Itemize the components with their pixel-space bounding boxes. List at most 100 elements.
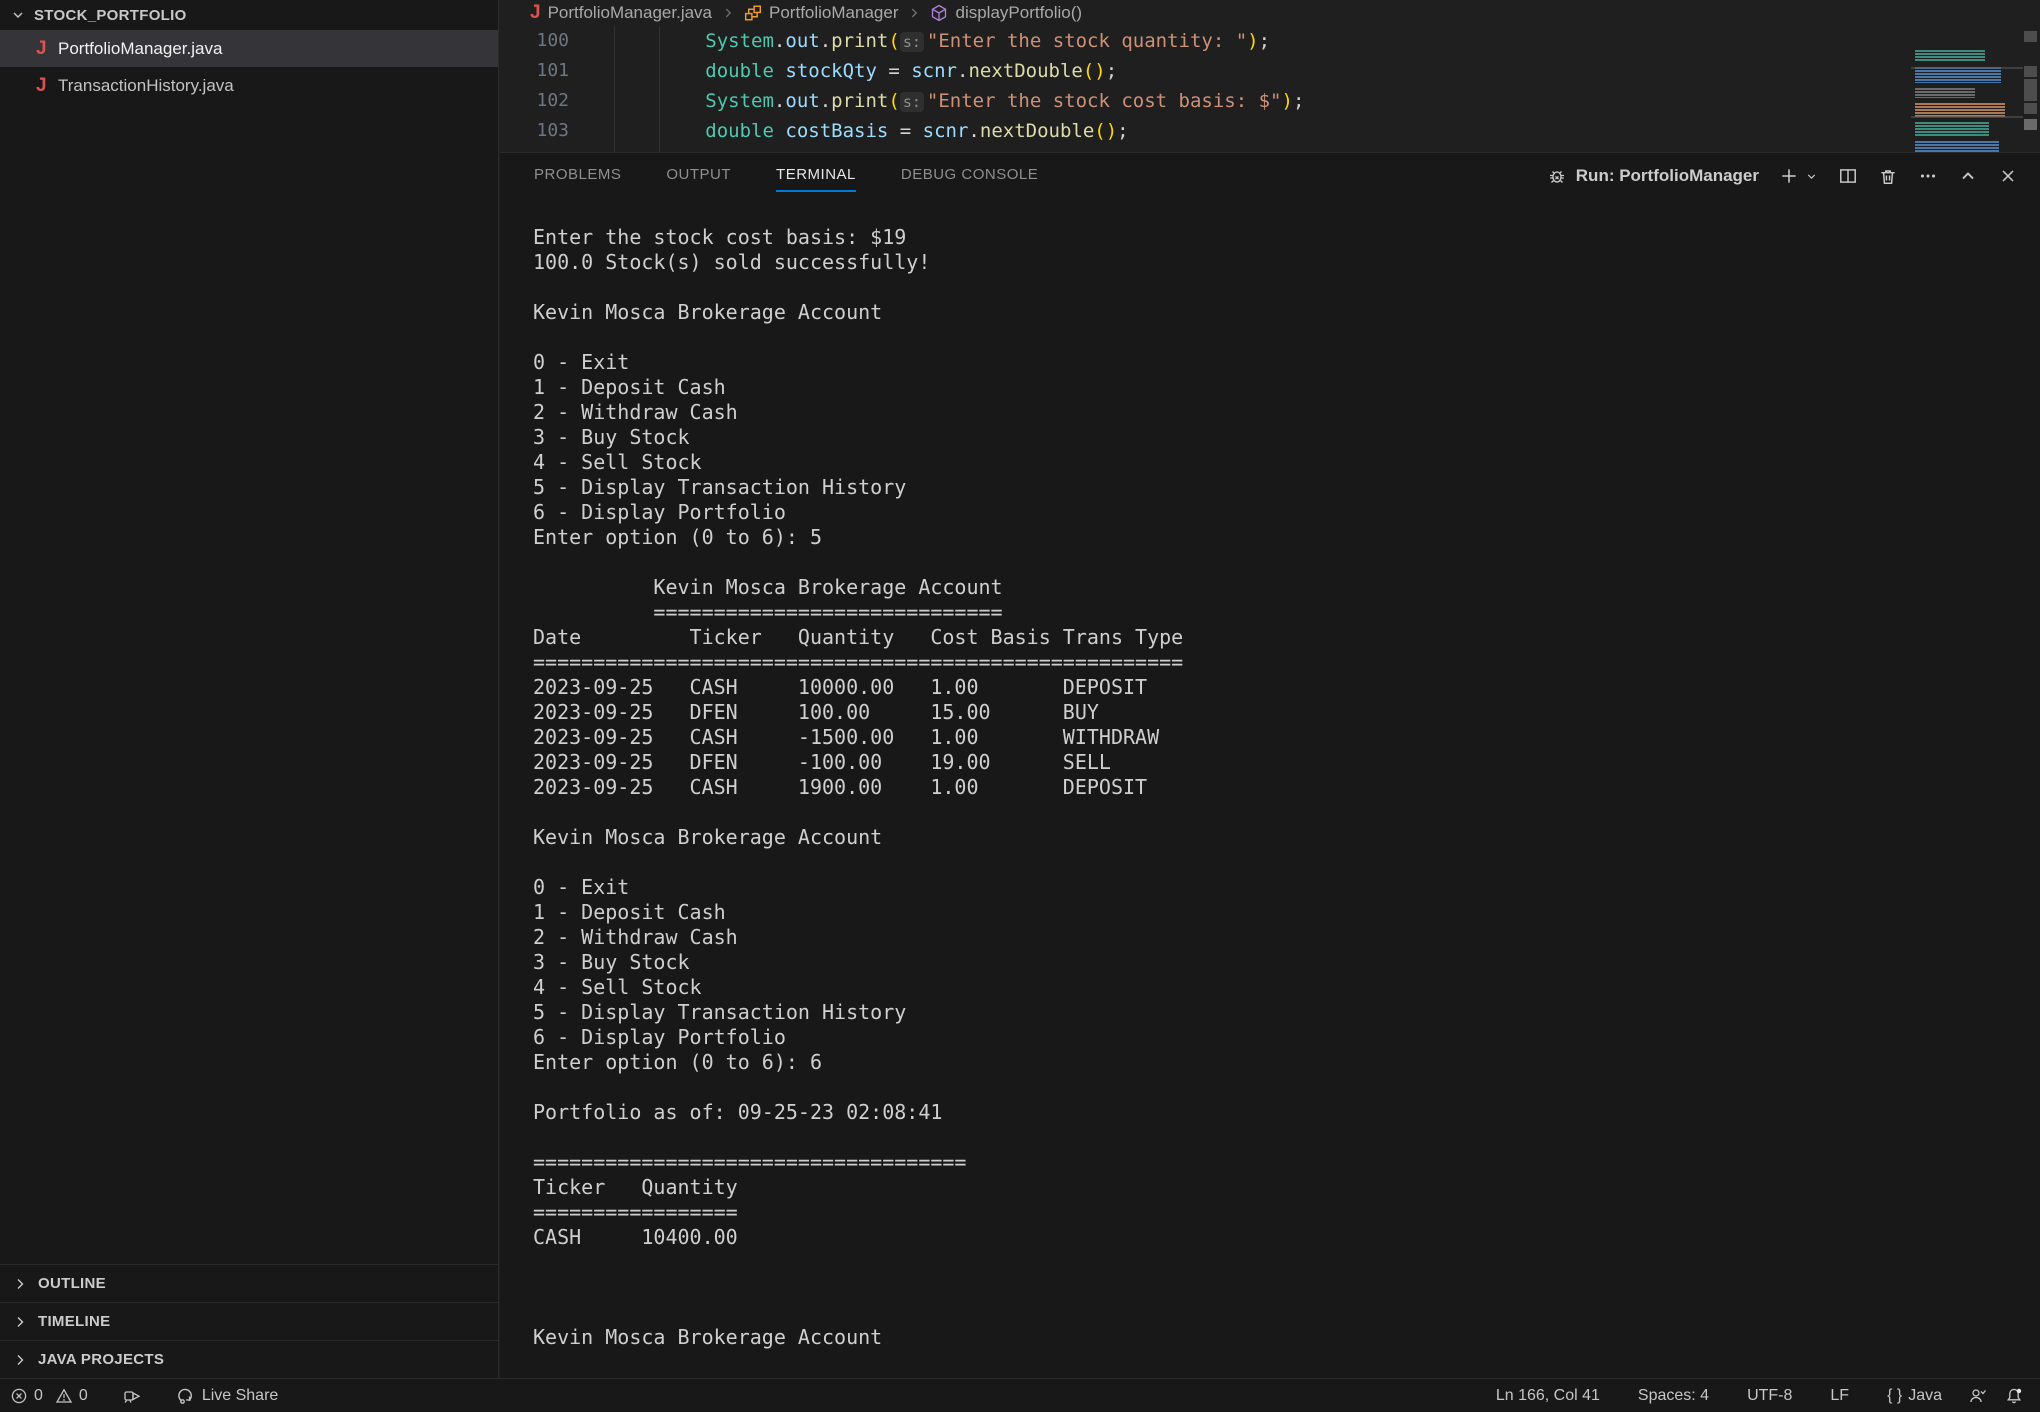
line-number[interactable]: 100 — [500, 26, 569, 56]
braces-icon: { } — [1887, 1387, 1902, 1405]
live-share-label: Live Share — [202, 1387, 279, 1405]
section-java-projects[interactable]: JAVA PROJECTS — [0, 1340, 498, 1378]
code-line-103[interactable]: double costBasis = scnr.nextDouble(); — [568, 116, 1910, 146]
problems-status[interactable]: 0 0 — [4, 1379, 94, 1412]
minimap-separator — [1911, 116, 2023, 118]
status-bar-right: Ln 166, Col 41 Spaces: 4 UTF-8 LF { } Ja… — [1488, 1379, 2040, 1412]
java-file-icon: J — [36, 75, 58, 97]
inlay-parameter-hint: s: — [900, 32, 924, 52]
section-outline[interactable]: OUTLINE — [0, 1264, 498, 1302]
tab-output[interactable]: OUTPUT — [666, 160, 731, 192]
error-count: 0 — [34, 1387, 43, 1405]
warning-count: 0 — [79, 1387, 88, 1405]
live-share-status[interactable]: Live Share — [170, 1379, 285, 1412]
code-editor: J PortfolioManager.java PortfolioManager — [500, 0, 2040, 152]
code-token — [568, 30, 705, 52]
code-line-101[interactable]: double stockQty = scnr.nextDouble(); — [568, 56, 1910, 86]
panel-header: PROBLEMS OUTPUT TERMINAL DEBUG CONSOLE — [500, 153, 2040, 199]
code-token: stockQty — [785, 60, 877, 82]
accounts-button[interactable] — [1960, 1379, 1996, 1412]
maximize-panel-button[interactable] — [1958, 166, 1978, 186]
breadcrumb-class-label: PortfolioManager — [769, 3, 898, 23]
code-token: ; — [1106, 60, 1117, 82]
java-file-icon: J — [36, 38, 58, 60]
line-number[interactable]: 101 — [500, 56, 569, 86]
language-label: Java — [1908, 1387, 1942, 1405]
breadcrumb-method[interactable]: displayPortfolio() — [930, 3, 1082, 23]
panel-actions: Run: PortfolioManager — [1547, 166, 2018, 186]
chevron-right-icon — [12, 1314, 28, 1330]
code-line-102[interactable]: System.out.print(s:"Enter the stock cost… — [568, 86, 1910, 116]
split-terminal-button[interactable] — [1838, 166, 1858, 186]
code-token: "Enter the stock quantity: " — [927, 30, 1247, 52]
kill-terminal-button[interactable] — [1878, 166, 1898, 186]
cursor-position-status[interactable]: Ln 166, Col 41 — [1488, 1379, 1608, 1412]
language-mode-status[interactable]: { } Java — [1879, 1379, 1950, 1412]
method-cube-icon — [930, 4, 948, 22]
code-token: nextDouble — [968, 60, 1082, 82]
sidebar-item-transactionhistory[interactable]: J TransactionHistory.java — [0, 67, 498, 104]
close-panel-button[interactable] — [1998, 166, 2018, 186]
code-token — [568, 90, 705, 112]
live-share-icon — [176, 1386, 196, 1406]
section-timeline[interactable]: TIMELINE — [0, 1302, 498, 1340]
explorer-root-folder[interactable]: STOCK_PORTFOLIO — [0, 0, 498, 30]
code-token: scnr — [923, 120, 969, 142]
more-actions-button[interactable] — [1918, 166, 1938, 186]
chevron-right-icon — [721, 6, 735, 20]
file-name: TransactionHistory.java — [58, 76, 234, 96]
code-token: ) — [1106, 120, 1117, 142]
new-terminal-button[interactable] — [1779, 166, 1818, 186]
code-token: . — [957, 60, 968, 82]
code-token: out — [785, 30, 819, 52]
warning-icon — [55, 1387, 73, 1405]
code-token: print — [831, 30, 888, 52]
indentation-status[interactable]: Spaces: 4 — [1630, 1379, 1717, 1412]
code-line-100[interactable]: System.out.print(s:"Enter the stock quan… — [568, 26, 1910, 56]
minimap-separator — [1911, 67, 2023, 69]
breadcrumb-file-label: PortfolioManager.java — [548, 3, 712, 23]
code-token: ) — [1094, 60, 1105, 82]
section-label: TIMELINE — [38, 1313, 110, 1330]
error-icon — [10, 1387, 28, 1405]
breadcrumb-class[interactable]: PortfolioManager — [744, 3, 898, 23]
code-token: . — [820, 90, 831, 112]
terminal-process-selector[interactable]: Run: PortfolioManager — [1547, 166, 1759, 186]
line-number[interactable]: 102 — [500, 86, 569, 116]
chevron-right-icon — [12, 1276, 28, 1292]
code-token: ; — [1117, 120, 1128, 142]
terminal-output[interactable]: Enter the stock cost basis: $19 100.0 St… — [533, 225, 2040, 1350]
chevron-right-icon — [907, 6, 921, 20]
tab-terminal[interactable]: TERMINAL — [776, 160, 856, 192]
scrollbar-decorations — [2024, 0, 2038, 152]
run-debug-status[interactable] — [116, 1379, 148, 1412]
code-token: . — [774, 90, 785, 112]
code-token: scnr — [911, 60, 957, 82]
tab-problems[interactable]: PROBLEMS — [534, 160, 621, 192]
run-process-label: Run: PortfolioManager — [1576, 166, 1759, 186]
code-token: ( — [1083, 60, 1094, 82]
code-token: System — [705, 30, 774, 52]
code-token: = — [888, 120, 922, 142]
class-icon — [744, 4, 762, 22]
vscode-window: STOCK_PORTFOLIO J PortfolioManager.java … — [0, 0, 2040, 1412]
eol-status[interactable]: LF — [1822, 1379, 1857, 1412]
code-token — [568, 120, 705, 142]
code-token — [774, 120, 785, 142]
notifications-button[interactable] — [1996, 1379, 2032, 1412]
encoding-status[interactable]: UTF-8 — [1739, 1379, 1800, 1412]
root-folder-label: STOCK_PORTFOLIO — [34, 7, 187, 24]
code-token: ; — [1259, 30, 1270, 52]
chevron-down-icon — [10, 7, 26, 23]
code-token: . — [774, 30, 785, 52]
breadcrumb-file[interactable]: J PortfolioManager.java — [530, 2, 712, 24]
line-number-gutter: 100 101 102 103 — [500, 26, 569, 146]
breadcrumb: J PortfolioManager.java PortfolioManager — [500, 0, 2040, 26]
sidebar-item-portfoliomanager[interactable]: J PortfolioManager.java — [0, 30, 498, 67]
run-debug-icon — [122, 1386, 142, 1406]
tab-debug-console[interactable]: DEBUG CONSOLE — [901, 160, 1038, 192]
code-token: = — [877, 60, 911, 82]
code-token: ( — [1094, 120, 1105, 142]
line-number[interactable]: 103 — [500, 116, 569, 146]
code-token: double — [705, 120, 774, 142]
